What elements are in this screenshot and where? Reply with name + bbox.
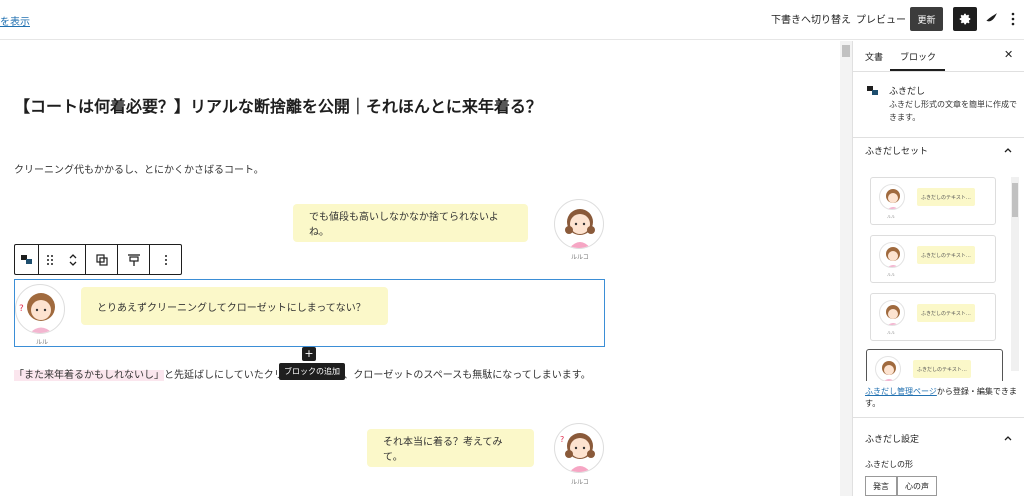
transform-button[interactable] bbox=[86, 245, 118, 274]
avatar bbox=[879, 242, 905, 268]
speech-bubble[interactable]: それ本当に着る？考えてみて。 bbox=[367, 429, 534, 467]
editor-scrollbar[interactable] bbox=[840, 41, 852, 496]
woman-character-icon: ? bbox=[19, 293, 55, 333]
bubble-text: でも値段も高いしなかなか捨てられないよね。 bbox=[309, 212, 499, 238]
avatar bbox=[875, 356, 901, 381]
settings-panel-title[interactable]: ふきだし設定 bbox=[865, 432, 919, 445]
speech-balloon-icon bbox=[867, 86, 878, 95]
editor-header: を表示 下書きへ切り替え プレビュー 更新 bbox=[0, 0, 1024, 40]
gear-icon bbox=[959, 13, 971, 25]
paragraph-text: と先延ばしにしていたクリーニング代も、クローゼットのスペースも無駄になってしまい… bbox=[164, 370, 591, 381]
update-button[interactable]: 更新 bbox=[910, 7, 943, 31]
vertical-align-icon bbox=[127, 253, 140, 266]
girl-character-icon bbox=[565, 209, 595, 248]
preset-name: ルル bbox=[887, 330, 895, 335]
speech-bubble[interactable]: でも値段も高いしなかなか捨てられないよね。 bbox=[293, 204, 528, 242]
preset-bubble: ふきだしのテキスト… bbox=[917, 246, 975, 264]
more-vertical-icon bbox=[164, 254, 167, 265]
drag-handle-icon[interactable] bbox=[46, 254, 54, 266]
close-icon[interactable]: ✕ bbox=[1004, 48, 1013, 61]
divider bbox=[853, 417, 1024, 418]
avatar: ? bbox=[554, 423, 604, 473]
add-block-button[interactable]: + bbox=[302, 347, 316, 361]
woman-character-icon bbox=[886, 189, 900, 209]
settings-button[interactable] bbox=[953, 7, 977, 31]
post-title[interactable]: 【コートは何着必要？】リアルな断捨離を公開｜それほんとに来年着る？ bbox=[14, 93, 542, 117]
add-block-tooltip: ブロックの追加 bbox=[279, 363, 345, 380]
shape-option-thought[interactable]: 心の声 bbox=[897, 476, 937, 496]
avatar-name: ルルコ bbox=[571, 254, 589, 261]
preset-item[interactable]: ふきだしのテキスト… ルル bbox=[870, 235, 996, 283]
preview-button[interactable]: プレビュー bbox=[856, 11, 906, 26]
active-tab-indicator bbox=[890, 69, 945, 71]
avatar: ? bbox=[15, 284, 65, 334]
preset-list: ふきだしのテキスト… ルル ふきだしのテキスト… ルル ふきだしのテキスト… ル… bbox=[853, 171, 1024, 381]
highlighted-text: 「また来年着るかもしれないし」 bbox=[14, 370, 164, 381]
preset-item[interactable]: ふきだしのテキスト… ルル bbox=[870, 293, 996, 341]
avatar-name: ルル bbox=[36, 339, 49, 346]
woman-character-icon bbox=[882, 361, 896, 381]
svg-text:?: ? bbox=[560, 435, 564, 444]
settings-sidebar: 文書 ブロック ✕ ふきだし ふきだし形式の文章を簡単に作成できます。 ふきだし… bbox=[852, 41, 1024, 496]
chevron-up-icon[interactable] bbox=[1003, 433, 1013, 443]
shape-label: ふきだしの形 bbox=[865, 460, 913, 469]
avatar bbox=[554, 199, 604, 249]
woman-character-icon bbox=[886, 247, 900, 267]
move-up-down-icon[interactable] bbox=[68, 252, 78, 268]
manage-note: ふきだし管理ページから登録・編集できます。 bbox=[865, 386, 1017, 410]
avatar-name: ルルコ bbox=[571, 479, 589, 486]
chevron-up-icon[interactable] bbox=[1003, 145, 1013, 155]
preset-bubble: ふきだしのテキスト… bbox=[917, 188, 975, 206]
preset-bubble: ふきだしのテキスト… bbox=[913, 360, 971, 378]
block-type-button[interactable] bbox=[15, 245, 39, 274]
block-card: ふきだし ふきだし形式の文章を簡単に作成できます。 bbox=[853, 73, 1024, 138]
thinking-girl-icon: ? bbox=[560, 433, 595, 472]
preset-name: ルル bbox=[887, 214, 895, 219]
plugin-leaf-icon[interactable] bbox=[985, 11, 999, 25]
speech-bubble[interactable]: とりあえずクリーニングしてクローゼットにしまってない？ bbox=[81, 287, 388, 325]
preset-name: ルル bbox=[887, 272, 895, 277]
tab-block[interactable]: ブロック bbox=[900, 50, 936, 63]
block-description: ふきだし形式の文章を簡単に作成できます。 bbox=[889, 100, 1017, 122]
preset-item-selected[interactable]: ふきだしのテキスト… ルル bbox=[866, 349, 1003, 381]
svg-text:?: ? bbox=[19, 304, 24, 314]
shape-option-speech[interactable]: 発言 bbox=[865, 476, 897, 496]
manage-page-link[interactable]: ふきだし管理ページ bbox=[865, 387, 937, 396]
block-title: ふきだし bbox=[889, 87, 926, 97]
more-options-icon[interactable] bbox=[1010, 11, 1016, 27]
preset-scrollbar[interactable] bbox=[1011, 177, 1019, 371]
preset-panel-title[interactable]: ふきだしセット bbox=[865, 144, 928, 157]
woman-character-icon bbox=[886, 305, 900, 325]
avatar bbox=[879, 184, 905, 210]
bubble-text: とりあえずクリーニングしてクローゼットにしまってない？ bbox=[97, 302, 366, 314]
bubble-text: それ本当に着る？考えてみて。 bbox=[383, 437, 503, 463]
move-controls bbox=[39, 245, 86, 274]
reusable-block-icon bbox=[95, 253, 108, 266]
switch-to-draft-button[interactable]: 下書きへ切り替え bbox=[771, 11, 851, 26]
editor-canvas: 【コートは何着必要？】リアルな断捨離を公開｜それほんとに来年着る？ クリーニング… bbox=[0, 41, 840, 496]
tab-document[interactable]: 文書 bbox=[865, 50, 883, 63]
sidebar-tabs: 文書 ブロック ✕ bbox=[853, 41, 1024, 72]
speech-balloon-icon bbox=[20, 254, 32, 264]
avatar bbox=[879, 300, 905, 326]
block-options-button[interactable] bbox=[150, 245, 181, 274]
show-link[interactable]: を表示 bbox=[0, 13, 30, 28]
paragraph-block[interactable]: クリーニング代もかかるし、とにかくかさばるコート。 bbox=[14, 161, 264, 176]
block-toolbar bbox=[14, 244, 182, 275]
align-button[interactable] bbox=[118, 245, 150, 274]
preset-bubble: ふきだしのテキスト… bbox=[917, 304, 975, 322]
preset-item[interactable]: ふきだしのテキスト… ルル bbox=[870, 177, 996, 225]
